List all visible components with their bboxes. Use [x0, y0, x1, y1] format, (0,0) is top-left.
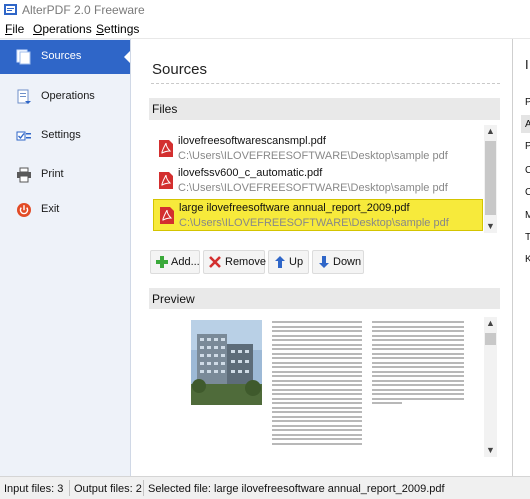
files-header-label: Files	[152, 102, 178, 116]
preview-header-label: Preview	[152, 292, 195, 306]
file-list-item[interactable]: ilovefssv600_c_automatic.pdf C:\Users\IL…	[153, 165, 483, 197]
preview-text-column	[272, 321, 362, 447]
file-name: ilovefssv600_c_automatic.pdf	[178, 167, 323, 179]
remove-button-label: Remove	[225, 256, 266, 268]
file-name: large ilovefreesoftware annual_report_20…	[179, 202, 410, 214]
menu-settings-mnemonic: S	[96, 22, 105, 36]
file-list-scrollbar[interactable]: ▲ ▼	[484, 125, 497, 233]
remove-button[interactable]: Remove	[203, 250, 266, 274]
file-name: ilovefreesoftwarescansmpl.pdf	[178, 135, 326, 147]
plus-icon	[156, 256, 168, 268]
file-list[interactable]: ilovefreesoftwarescansmpl.pdf C:\Users\I…	[153, 129, 483, 233]
printer-icon	[17, 167, 31, 183]
scroll-down-arrow-icon[interactable]: ▼	[484, 444, 497, 457]
preview-text-column	[372, 321, 464, 407]
scroll-up-arrow-icon[interactable]: ▲	[484, 317, 497, 330]
status-input-files: Input files: 3	[4, 483, 64, 495]
building-photo	[191, 320, 262, 405]
status-divider	[143, 480, 144, 496]
side-panel-item[interactable]: C	[525, 187, 530, 198]
move-up-button-label: Up	[289, 256, 304, 268]
preview-scrollbar[interactable]: ▲ ▼	[484, 317, 497, 457]
move-down-button-label: Down	[333, 256, 362, 268]
sidebar-item-print-label: Print	[41, 168, 64, 180]
side-panel-item[interactable]: P	[525, 97, 530, 108]
menu-file-label: ile	[12, 22, 25, 36]
move-up-button[interactable]: Up	[268, 250, 309, 274]
preview-group-header: Preview	[149, 288, 500, 310]
status-bar: Input files: 3 Output files: 2 Selected …	[0, 476, 530, 499]
active-indicator	[124, 51, 130, 63]
page-title: Sources	[152, 61, 208, 78]
scroll-down-arrow-icon[interactable]: ▼	[484, 220, 497, 233]
add-button[interactable]: Add...	[150, 250, 200, 274]
sidebar-item-print[interactable]: Print	[0, 158, 130, 192]
menu-settings-label: ettings	[104, 22, 140, 36]
status-divider	[69, 480, 70, 496]
menu-operations-mnemonic: O	[33, 22, 43, 36]
side-panel-item[interactable]: P	[525, 141, 530, 152]
operations-icon	[17, 89, 31, 104]
arrow-up-icon	[275, 256, 285, 268]
files-group-header: Files	[149, 98, 500, 120]
title-divider	[151, 83, 500, 84]
menu-operations[interactable]: Operations	[33, 22, 92, 36]
document-preview-page	[174, 317, 474, 467]
sidebar-item-settings-label: Settings	[41, 129, 81, 141]
side-panel-item[interactable]: A	[525, 119, 530, 130]
operations-side-panel: I P A P C C M T K	[512, 39, 530, 476]
scroll-up-arrow-icon[interactable]: ▲	[484, 125, 497, 138]
settings-icon	[16, 131, 31, 141]
sidebar: Sources Operations Settings Print Exit	[0, 39, 131, 476]
sidebar-item-operations[interactable]: Operations	[0, 80, 130, 114]
sidebar-item-exit[interactable]: Exit	[0, 193, 130, 227]
title-bar: AlterPDF 2.0 Freeware	[0, 0, 530, 20]
file-path: C:\Users\ILOVEFREESOFTWARE\Desktop\sampl…	[178, 182, 448, 194]
menu-file[interactable]: File	[5, 22, 24, 36]
arrow-down-icon	[319, 256, 329, 268]
move-down-button[interactable]: Down	[312, 250, 364, 274]
scrollbar-thumb[interactable]	[485, 333, 496, 345]
window-title: AlterPDF 2.0 Freeware	[22, 3, 145, 17]
menu-settings[interactable]: Settings	[96, 22, 139, 36]
side-panel-item[interactable]: K	[525, 254, 530, 265]
pdf-file-icon	[159, 172, 173, 189]
status-selected-file: Selected file: large ilovefreesoftware a…	[148, 483, 445, 495]
power-icon	[17, 203, 31, 217]
sidebar-item-settings[interactable]: Settings	[0, 119, 130, 153]
file-path: C:\Users\ILOVEFREESOFTWARE\Desktop\sampl…	[179, 217, 449, 229]
sources-icon	[16, 49, 31, 65]
side-panel-item[interactable]: C	[525, 165, 530, 176]
sidebar-item-sources-label: Sources	[41, 50, 82, 62]
file-list-item-selected[interactable]: large ilovefreesoftware annual_report_20…	[153, 199, 483, 231]
side-panel-item[interactable]: T	[525, 232, 530, 243]
scrollbar-thumb[interactable]	[485, 141, 496, 215]
preview-area	[149, 309, 500, 467]
app-logo-icon	[4, 4, 17, 15]
sidebar-item-sources[interactable]: Sources	[0, 40, 130, 74]
side-panel-item[interactable]: M	[525, 210, 530, 221]
main-panel: Sources Files ilovefreesoftwarescansmpl.…	[131, 39, 512, 476]
add-button-label: Add...	[171, 256, 200, 268]
sidebar-item-exit-label: Exit	[41, 203, 60, 215]
status-output-files: Output files: 2	[74, 483, 142, 495]
remove-x-icon	[209, 256, 221, 268]
pdf-file-icon	[159, 140, 173, 157]
pdf-file-icon	[160, 207, 174, 224]
menu-bar: File Operations Settings	[0, 20, 530, 39]
file-path: C:\Users\ILOVEFREESOFTWARE\Desktop\sampl…	[178, 150, 448, 162]
side-panel-header: I	[525, 57, 529, 72]
file-list-item[interactable]: ilovefreesoftwarescansmpl.pdf C:\Users\I…	[153, 133, 483, 165]
menu-operations-label: perations	[42, 22, 92, 36]
sidebar-item-operations-label: Operations	[41, 90, 95, 102]
